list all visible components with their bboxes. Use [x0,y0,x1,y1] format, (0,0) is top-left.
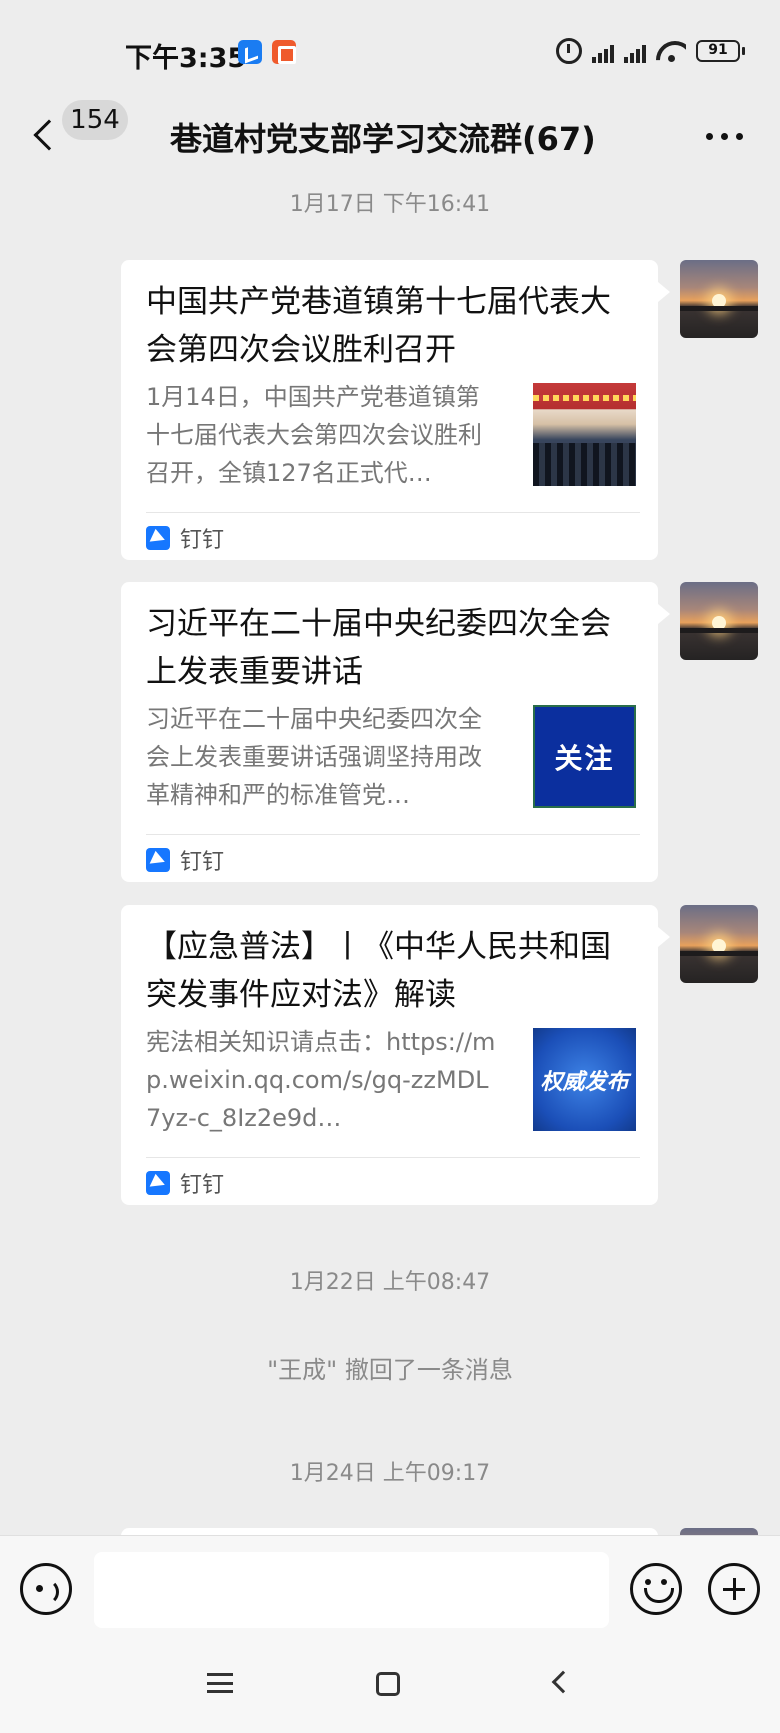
message-input[interactable] [94,1552,609,1628]
chat-title: 巷道村党支部学习交流群(67) [170,120,596,158]
more-dots-icon[interactable] [706,133,743,140]
source-label: 钉钉 [180,850,225,875]
wifi-icon [656,39,686,63]
back-arrow-icon[interactable] [33,119,65,151]
emoji-icon[interactable] [630,1563,682,1615]
link-card-message[interactable]: 习近平在二十届中央纪委四次全会上发表重要讲话 习近平在二十届中央纪委四次全会上发… [121,582,670,882]
avatar[interactable] [680,260,758,338]
message-timestamp: 1月22日 上午08:47 [289,1270,491,1295]
dingtalk-icon [146,1171,170,1195]
card-source: 钉钉 [146,846,225,875]
link-card-message[interactable]: 中国共产党巷道镇第十七届代表大会第四次会议胜利召开 1月14日，中国共产党巷道镇… [121,260,670,560]
system-navigation-bar [0,1645,780,1733]
dingtalk-notification-icon [238,40,262,64]
avatar[interactable] [680,905,758,983]
home-icon[interactable] [376,1672,400,1696]
card-description: 宪法相关知识请点击：https://mp.weixin.qq.com/s/gq-… [146,1028,496,1132]
avatar[interactable] [680,582,758,660]
voice-icon[interactable] [20,1563,72,1615]
signal-icon [592,39,614,63]
source-label: 钉钉 [180,528,225,553]
menu-icon[interactable] [207,1673,233,1693]
status-indicators: 91 [556,36,745,66]
alarm-icon [556,38,582,64]
card-divider [146,1157,640,1158]
status-bar: 下午3:35 91 [0,0,780,100]
dingtalk-icon [146,526,170,550]
card-thumbnail: 关注 [533,705,636,808]
card-title: 中国共产党巷道镇第十七届代表大会第四次会议胜利召开 [146,284,611,368]
unread-count-badge[interactable]: 154 [62,100,128,140]
signal-icon [624,39,646,63]
dingtalk-icon [146,848,170,872]
card-source: 钉钉 [146,524,225,553]
battery-icon: 91 [696,40,745,62]
card-description: 1月14日，中国共产党巷道镇第十七届代表大会第四次会议胜利召开，全镇127名正式… [146,383,482,487]
chat-header: 154 巷道村党支部学习交流群(67) [0,100,780,172]
card-source: 钉钉 [146,1169,225,1198]
card-description: 习近平在二十届中央纪委四次全会上发表重要讲话强调坚持用改革精神和严的标准管党… [146,705,482,809]
recall-notice: "王成" 撤回了一条消息 [267,1356,513,1384]
thumbnail-text: 权威发布 [540,1069,629,1095]
card-divider [146,512,640,513]
input-bar [0,1535,780,1645]
plus-icon[interactable] [708,1563,760,1615]
source-label: 钉钉 [180,1173,225,1198]
link-card-message[interactable]: 【应急普法】丨《中华人民共和国突发事件应对法》解读 宪法相关知识请点击：http… [121,905,670,1205]
status-time: 下午3:35 [125,43,247,74]
card-divider [146,834,640,835]
message-timestamp: 1月24日 上午09:17 [289,1461,491,1486]
card-thumbnail: 权威发布 [533,1028,636,1131]
card-thumbnail [533,383,636,486]
back-icon[interactable] [551,1670,575,1694]
card-title: 习近平在二十届中央纪委四次全会上发表重要讲话 [146,606,611,690]
app-notification-icon [272,40,296,64]
message-timestamp: 1月17日 下午16:41 [289,192,491,217]
thumbnail-text: 关注 [554,741,615,775]
card-title: 【应急普法】丨《中华人民共和国突发事件应对法》解读 [146,929,611,1013]
